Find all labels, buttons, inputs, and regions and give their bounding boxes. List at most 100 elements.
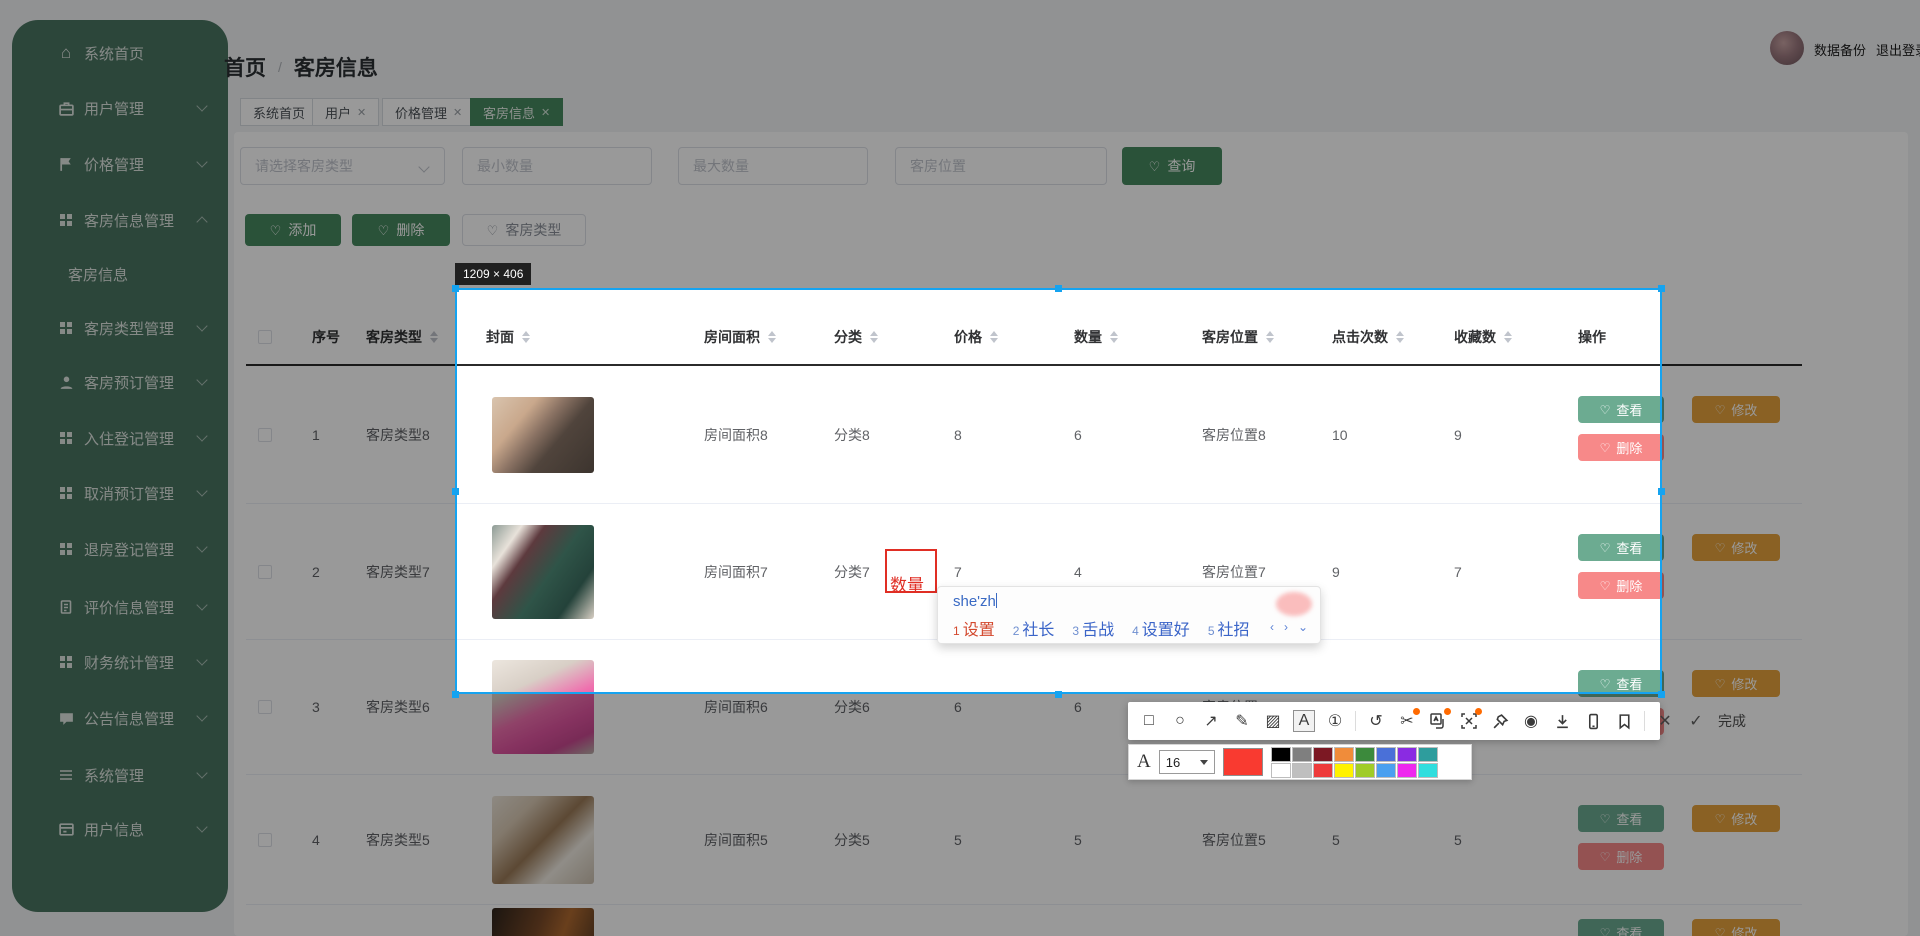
selection-size-label: 1209 × 406 [455, 263, 531, 285]
heart-icon: ♡ [1600, 580, 1611, 592]
cancel-capture-icon[interactable]: ✕ [1654, 710, 1676, 732]
color-swatch[interactable] [1397, 763, 1417, 778]
color-swatch[interactable] [1292, 747, 1312, 762]
color-swatch[interactable] [1355, 763, 1375, 778]
caret-down-icon [1200, 760, 1208, 765]
ime-candidate[interactable]: 2社长 [1013, 616, 1055, 640]
heart-icon: ♡ [1600, 542, 1611, 554]
resize-handle[interactable] [1658, 285, 1665, 292]
resize-handle[interactable] [452, 691, 459, 698]
sort-icon[interactable] [1504, 331, 1512, 343]
col-header-favs[interactable]: 收藏数 [1438, 310, 1562, 364]
color-swatch[interactable] [1313, 747, 1333, 762]
step-number-tool-icon[interactable]: ① [1324, 710, 1346, 732]
download-icon[interactable] [1551, 710, 1573, 732]
color-swatch[interactable] [1271, 747, 1291, 762]
undo-icon[interactable]: ↺ [1365, 710, 1387, 732]
ime-next-icon[interactable]: › [1284, 620, 1288, 634]
color-swatch[interactable] [1334, 747, 1354, 762]
color-swatch[interactable] [1313, 763, 1333, 778]
col-header-price[interactable]: 价格 [938, 310, 1058, 364]
text-cursor [996, 593, 997, 608]
ime-popup: she'zh 1设置 2社长 3舌战 4设置好 5社招 ‹ › ⌄ [937, 586, 1321, 644]
sort-icon[interactable] [1396, 331, 1404, 343]
sort-icon[interactable] [870, 331, 878, 343]
current-color-swatch[interactable] [1223, 748, 1263, 776]
delete-row-button[interactable]: ♡删除 [1578, 434, 1664, 461]
sort-icon[interactable] [768, 331, 776, 343]
translate-tool-icon[interactable] [1427, 710, 1449, 732]
resize-handle[interactable] [452, 285, 459, 292]
capture-toolbar: □ ○ ↗ ✎ ▨ A ① ↺ ✂ ◉ ✕ ✓ 完成 [1128, 702, 1660, 740]
done-button[interactable]: 完成 [1718, 711, 1746, 731]
capture-dim-left [0, 288, 455, 694]
record-tool-icon[interactable]: ◉ [1520, 710, 1542, 732]
pin-tool-icon[interactable] [1489, 710, 1511, 732]
table-row: 1 客房类型8 房间面积8 分类8 8 6 客房位置8 10 9 ♡查看 ♡修改… [246, 366, 1802, 504]
resize-handle[interactable] [452, 488, 459, 495]
pen-tool-icon[interactable]: ✎ [1231, 710, 1253, 732]
confirm-capture-icon[interactable]: ✓ [1685, 710, 1707, 732]
ime-prev-icon[interactable]: ‹ [1270, 620, 1274, 634]
resize-handle[interactable] [1055, 691, 1062, 698]
view-button[interactable]: ♡查看 [1578, 396, 1664, 423]
annotation-text: 数量 [890, 571, 924, 596]
text-style-toolbar: A 16 [1128, 744, 1472, 780]
table-header: 序号 客房类型 封面 房间面积 分类 价格 数量 客房位置 点击次数 收藏数 操… [246, 310, 1802, 366]
sort-icon[interactable] [522, 331, 530, 343]
text-tool-icon[interactable]: A [1293, 710, 1315, 732]
color-swatch[interactable] [1355, 747, 1375, 762]
ime-blur-artifact [1276, 592, 1312, 616]
delete-row-button[interactable]: ♡删除 [1578, 572, 1664, 599]
ime-candidate[interactable]: 1设置 [953, 616, 995, 640]
sort-icon[interactable] [1110, 331, 1118, 343]
rectangle-tool-icon[interactable]: □ [1138, 710, 1160, 732]
annotation-text-box[interactable]: 数量 [885, 549, 937, 593]
view-button[interactable]: ♡查看 [1578, 534, 1664, 561]
sort-icon[interactable] [1266, 331, 1274, 343]
ime-candidate[interactable]: 4设置好 [1132, 616, 1190, 640]
color-swatch[interactable] [1376, 747, 1396, 762]
bookmark-tool-icon[interactable] [1613, 710, 1635, 732]
ime-expand-icon[interactable]: ⌄ [1298, 620, 1308, 634]
col-header-position[interactable]: 客房位置 [1186, 310, 1316, 364]
heart-icon: ♡ [1600, 442, 1611, 454]
color-swatch[interactable] [1292, 763, 1312, 778]
cover-image [492, 525, 594, 619]
col-header-clicks[interactable]: 点击次数 [1316, 310, 1438, 364]
color-swatch[interactable] [1271, 763, 1291, 778]
color-swatch[interactable] [1376, 763, 1396, 778]
color-swatch[interactable] [1418, 747, 1438, 762]
color-swatch[interactable] [1418, 763, 1438, 778]
ellipse-tool-icon[interactable]: ○ [1169, 710, 1191, 732]
arrow-tool-icon[interactable]: ↗ [1200, 710, 1222, 732]
font-size-select[interactable]: 16 [1159, 750, 1215, 774]
col-header-category[interactable]: 分类 [818, 310, 938, 364]
sort-icon[interactable] [990, 331, 998, 343]
resize-handle[interactable] [1055, 285, 1062, 292]
heart-icon: ♡ [1600, 404, 1611, 416]
resize-handle[interactable] [1658, 488, 1665, 495]
view-button[interactable]: ♡查看 [1578, 670, 1664, 697]
ime-candidates: 1设置 2社长 3舌战 4设置好 5社招 [953, 616, 1250, 640]
toolbar-divider [1644, 711, 1645, 731]
mosaic-tool-icon[interactable]: ▨ [1262, 710, 1284, 732]
cover-image [492, 397, 594, 473]
resize-handle[interactable] [1658, 691, 1665, 698]
scissors-tool-icon[interactable]: ✂ [1396, 710, 1418, 732]
send-to-phone-icon[interactable] [1582, 710, 1604, 732]
notification-dot [1413, 708, 1420, 715]
color-swatch[interactable] [1397, 747, 1417, 762]
col-header-cover[interactable]: 封面 [470, 310, 688, 364]
text-recognition-tool-icon[interactable] [1458, 710, 1480, 732]
font-icon: A [1137, 751, 1151, 773]
col-header-qty[interactable]: 数量 [1058, 310, 1186, 364]
ime-candidate[interactable]: 3舌战 [1072, 616, 1114, 640]
toolbar-divider [1355, 711, 1356, 731]
color-swatch[interactable] [1334, 763, 1354, 778]
capture-dim-right [1662, 288, 1920, 694]
col-header-area[interactable]: 房间面积 [688, 310, 818, 364]
notification-dot [1475, 708, 1482, 715]
ime-candidate[interactable]: 5社招 [1208, 616, 1250, 640]
capture-dim-top [0, 0, 1920, 288]
